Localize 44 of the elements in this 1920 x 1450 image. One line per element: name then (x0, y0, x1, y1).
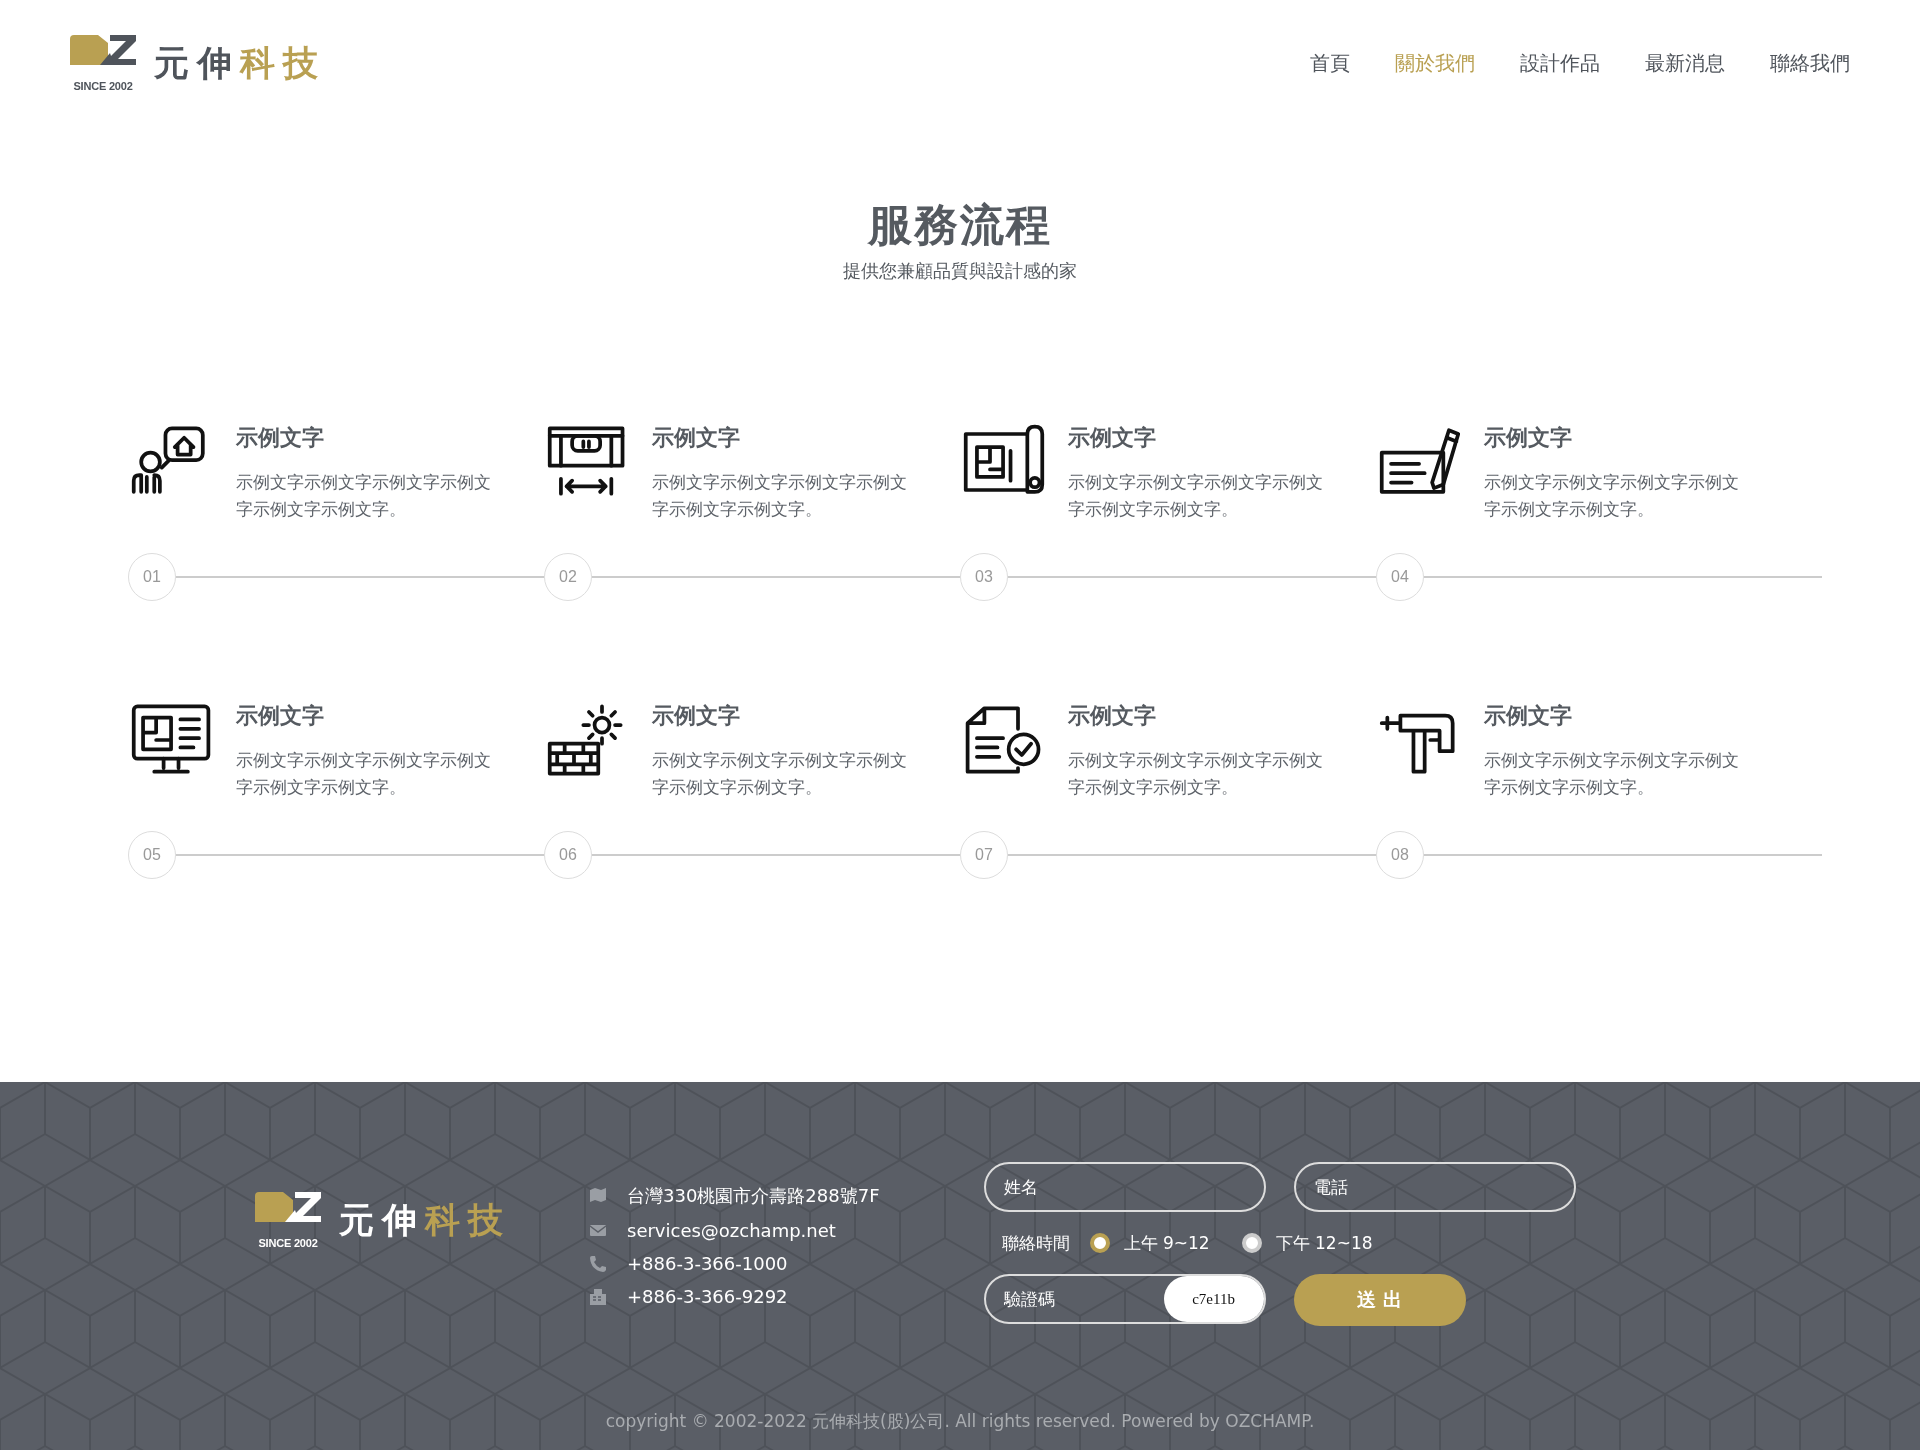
nav-link[interactable]: 設計作品 (1475, 49, 1600, 77)
nav-link[interactable]: 首頁 (1265, 49, 1350, 77)
fax-icon (589, 1287, 607, 1306)
step-title: 示例文字 (1484, 424, 1573, 452)
contact-text: services@ozchamp.net (627, 1220, 836, 1241)
time-option[interactable]: 上午 9~12 (1089, 1231, 1210, 1255)
phone-field[interactable]: 電話 (1293, 1162, 1576, 1212)
step-description: 示例文字示例文字示例文字示例文字示例文字示例文字。 (1068, 749, 1324, 799)
step-title: 示例文字 (1068, 702, 1157, 730)
contact-time-label: 聯絡時間 (1001, 1231, 1070, 1255)
nav-link[interactable]: 最新消息 (1600, 49, 1725, 77)
section-subtitle: 提供您兼顧品質與設計感的家 (843, 259, 1077, 283)
nav-link[interactable]: 聯絡我們 (1725, 49, 1850, 77)
contact-text: +886-3-366-9292 (627, 1286, 788, 1307)
step-title: 示例文字 (652, 702, 741, 730)
radio-button[interactable] (1089, 1233, 1110, 1253)
phone-icon (589, 1254, 607, 1273)
contact-text: +886-3-366-1000 (627, 1253, 788, 1274)
radio-button[interactable] (1241, 1233, 1262, 1253)
step-description: 示例文字示例文字示例文字示例文字示例文字示例文字。 (652, 749, 908, 799)
copyright-text: copyright © 2002-2022 元伸科技(股)公司. All rights reserved. Powered by OZCHAMP. (604, 1410, 1316, 1433)
step-title: 示例文字 (1068, 424, 1157, 452)
contact-text: 台灣330桃園市介壽路288號7F (627, 1184, 880, 1208)
brand-name: 元伸 (154, 41, 240, 85)
name-field[interactable]: 姓名 (983, 1162, 1266, 1212)
brand-name-accent: 科技 (240, 41, 326, 85)
step-description: 示例文字示例文字示例文字示例文字示例文字示例文字。 (1068, 471, 1324, 521)
step-description: 示例文字示例文字示例文字示例文字示例文字示例文字。 (1484, 749, 1740, 799)
time-option[interactable]: 下午 12~18 (1241, 1231, 1373, 1255)
section-title: 服務流程 (868, 198, 1052, 252)
step-description: 示例文字示例文字示例文字示例文字示例文字示例文字。 (652, 471, 908, 521)
brand-name: 元伸 (339, 1199, 425, 1242)
step-title: 示例文字 (236, 424, 325, 452)
step-description: 示例文字示例文字示例文字示例文字示例文字示例文字。 (1484, 471, 1740, 521)
step-description: 示例文字示例文字示例文字示例文字示例文字示例文字。 (236, 471, 492, 521)
step-title: 示例文字 (1484, 702, 1573, 730)
since-label: SINCE 2002 (258, 1237, 318, 1249)
step-title: 示例文字 (652, 424, 741, 452)
captcha-code: c7e11b (1163, 1276, 1264, 1322)
since-label: SINCE 2002 (73, 79, 133, 92)
brand-name-accent: 科技 (425, 1199, 511, 1242)
step-description: 示例文字示例文字示例文字示例文字示例文字示例文字。 (236, 749, 492, 799)
map-icon (589, 1187, 607, 1205)
step-title: 示例文字 (236, 702, 325, 730)
